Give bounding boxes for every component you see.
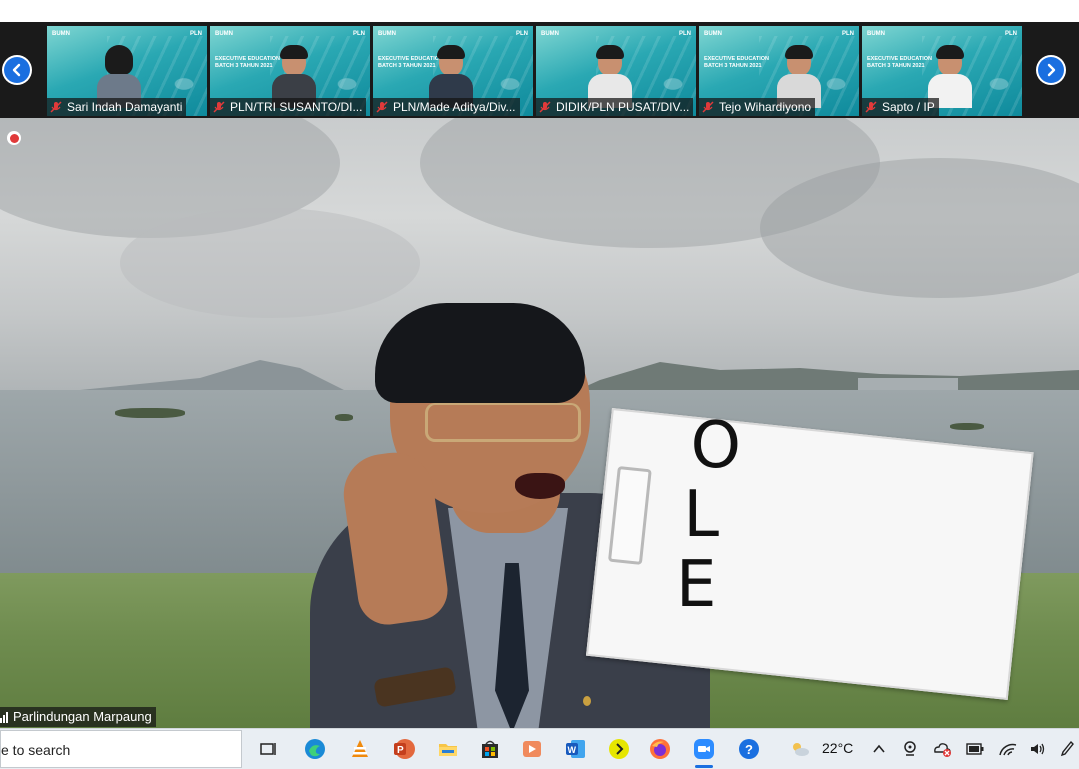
arrow-app-icon[interactable] [607, 737, 631, 761]
active-speaker-name-bar: Parlindungan Marpaung [0, 707, 156, 727]
vlc-icon[interactable] [348, 737, 372, 761]
participant-name-bar: PLN/Made Aditya/Div... [373, 98, 520, 116]
participant-name-bar: Sari Indah Damayanti [47, 98, 187, 116]
help-icon[interactable]: ? [737, 737, 761, 761]
top-white-strip [0, 0, 1079, 22]
participant-tile[interactable]: BUMN PLN DIDIK/PLN PUSAT/DIV... [536, 26, 696, 116]
participant-tile[interactable]: BUMN PLN Sari Indah Damayanti [47, 26, 207, 116]
chevron-right-icon [1038, 57, 1064, 83]
pln-logo: PLN [842, 31, 854, 37]
mic-muted-icon [865, 101, 877, 113]
participant-name-bar: Tejo Wihardiyono [699, 98, 816, 116]
bumn-logo: BUMN [378, 31, 396, 37]
gallery-next-button[interactable] [1036, 55, 1066, 85]
board-clip [607, 465, 652, 565]
edge-icon[interactable] [303, 737, 327, 761]
participant-name: PLN/TRI SUSANTO/DI... [230, 100, 363, 114]
word-icon[interactable]: W [564, 737, 588, 761]
board-letter: L [683, 477, 719, 552]
participant-name-bar: DIDIK/PLN PUSAT/DIV... [536, 98, 694, 116]
pln-logo: PLN [679, 31, 691, 37]
bumn-logo: BUMN [704, 31, 722, 37]
mic-muted-icon [702, 101, 714, 113]
water-plant [115, 408, 185, 418]
svg-text:W: W [568, 745, 577, 755]
participant-tile[interactable]: BUMN PLN EXECUTIVE EDUCATION BATCH 3 TAH… [699, 26, 859, 116]
bumn-logo: BUMN [52, 31, 70, 37]
pln-logo: PLN [516, 31, 528, 37]
participant-name-bar: PLN/TRI SUSANTO/DI... [210, 98, 367, 116]
participant-name: Sapto / IP [882, 100, 935, 114]
weather-temperature[interactable]: 22°C [822, 740, 853, 756]
bumn-logo: BUMN [867, 31, 885, 37]
chevron-up-icon[interactable] [867, 737, 891, 761]
firefox-icon[interactable] [648, 737, 672, 761]
participant-name: PLN/Made Aditya/Div... [393, 100, 516, 114]
board-letters: O L E [672, 409, 793, 628]
water-plant [950, 423, 984, 430]
mic-muted-icon [213, 101, 225, 113]
mic-muted-icon [50, 101, 62, 113]
weather-icon[interactable] [788, 737, 812, 761]
whiteboard: O L E [585, 408, 1034, 700]
participant-name: DIDIK/PLN PUSAT/DIV... [556, 100, 690, 114]
webcam-icon[interactable] [898, 737, 922, 761]
bumn-logo: BUMN [541, 31, 559, 37]
tile-headline: EXECUTIVE EDUCATION BATCH 3 TAHUN 2021 [867, 56, 932, 69]
board-letter: O [690, 409, 741, 484]
svg-text:?: ? [745, 742, 753, 757]
participant-name-bar: Sapto / IP [862, 98, 939, 116]
participant-name: Sari Indah Damayanti [67, 100, 183, 114]
gallery-prev-button[interactable] [2, 55, 32, 85]
svg-text:P: P [397, 745, 404, 756]
pln-logo: PLN [353, 31, 365, 37]
zoom-icon[interactable] [692, 737, 716, 768]
tile-headline: EXECUTIVE EDUCATION BATCH 3 TAHUN 2021 [215, 56, 280, 69]
board-letter: E [675, 547, 717, 622]
task-view-icon[interactable] [256, 737, 280, 761]
active-speaker-video[interactable]: O L E Parlindungan Marpaung [0, 118, 1079, 728]
participant-tile[interactable]: BUMN PLN EXECUTIVE EDUCATION BATCH 3 TAH… [373, 26, 533, 116]
gallery-strip: BUMN PLN Sari Indah Damayanti BUMN PLN E… [0, 22, 1079, 118]
recording-indicator-icon[interactable] [7, 131, 21, 145]
participant-name: Tejo Wihardiyono [719, 100, 812, 114]
media-player-icon[interactable] [520, 737, 544, 761]
participant-tile[interactable]: BUMN PLN EXECUTIVE EDUCATION BATCH 3 TAH… [210, 26, 370, 116]
pen-icon[interactable] [1055, 737, 1079, 761]
windows-taskbar: e to search P W ? 22°C [0, 728, 1079, 769]
chevron-left-icon [4, 57, 30, 83]
volume-icon[interactable] [1026, 737, 1050, 761]
mic-muted-icon [539, 101, 551, 113]
wifi-icon[interactable] [996, 737, 1020, 761]
participant-tile[interactable]: BUMN PLN EXECUTIVE EDUCATION BATCH 3 TAH… [862, 26, 1022, 116]
battery-icon[interactable] [963, 737, 987, 761]
taskbar-search-box[interactable]: e to search [0, 730, 242, 768]
powerpoint-icon[interactable]: P [392, 737, 416, 761]
glasses [425, 403, 581, 442]
active-speaker-name: Parlindungan Marpaung [13, 709, 152, 724]
tile-headline: EXECUTIVE EDUCATION BATCH 3 TAHUN 2021 [704, 56, 769, 69]
store-icon[interactable] [478, 737, 502, 761]
pln-logo: PLN [1005, 31, 1017, 37]
pln-logo: PLN [190, 31, 202, 37]
bumn-logo: BUMN [215, 31, 233, 37]
onedrive-error-icon[interactable] [930, 737, 954, 761]
mic-muted-icon [376, 101, 388, 113]
signal-strength-icon [0, 711, 8, 723]
file-explorer-icon[interactable] [436, 737, 460, 761]
search-placeholder: e to search [1, 742, 71, 758]
